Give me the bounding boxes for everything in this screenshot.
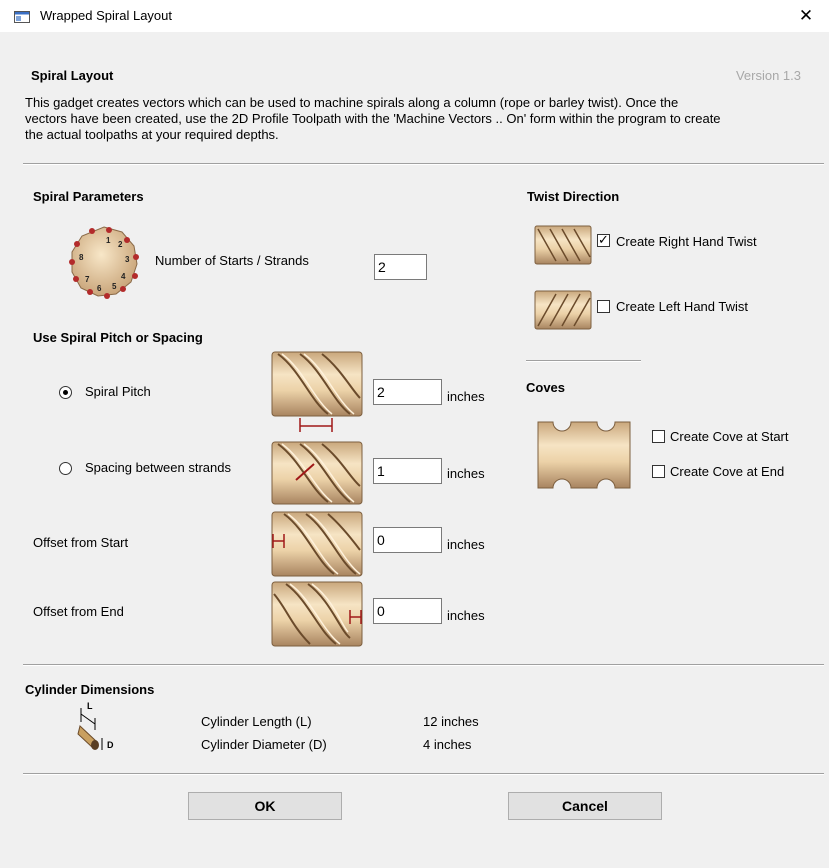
right-twist-icon	[534, 225, 592, 265]
divider	[23, 664, 824, 666]
starts-number: 4	[121, 272, 126, 281]
spacing-unit: inches	[447, 466, 485, 481]
spacing-input[interactable]: 1	[373, 458, 442, 484]
offset-start-input[interactable]: 0	[373, 527, 442, 553]
divider	[23, 163, 824, 165]
cove-end-label: Create Cove at End	[670, 464, 785, 479]
offset-end-diagram-icon	[271, 581, 363, 647]
spiral-parameters-heading: Spiral Parameters	[33, 189, 144, 204]
divider	[23, 773, 824, 775]
cylinder-diameter-label: Cylinder Diameter (D)	[201, 737, 327, 752]
description-line: the actual toolpaths at your required de…	[25, 127, 279, 142]
cancel-button[interactable]: Cancel	[508, 792, 662, 820]
section-title: Spiral Layout	[31, 68, 114, 83]
offset-end-input[interactable]: 0	[373, 598, 442, 624]
cove-end-checkbox[interactable]	[652, 465, 665, 478]
starts-number: 5	[112, 282, 117, 291]
cylinder-icon: L D	[77, 701, 114, 750]
starts-number: 3	[125, 255, 130, 264]
cove-start-label: Create Cove at Start	[670, 429, 789, 444]
cylinder-l-label: L	[87, 701, 93, 711]
starts-number: 7	[85, 275, 90, 284]
ok-button[interactable]: OK	[188, 792, 342, 820]
coves-diagram-icon	[537, 421, 631, 489]
description: This gadget creates vectors which can be…	[25, 95, 825, 143]
spiral-pitch-radio[interactable]	[59, 386, 72, 399]
starts-number: 2	[118, 240, 123, 249]
divider	[526, 360, 641, 362]
spacing-radio[interactable]	[59, 462, 72, 475]
offset-start-diagram-icon	[271, 511, 363, 577]
spiral-pitch-input[interactable]: 2	[373, 379, 442, 405]
right-twist-checkbox[interactable]	[597, 232, 610, 248]
cylinder-length-label: Cylinder Length (L)	[201, 714, 312, 729]
coves-heading: Coves	[526, 380, 566, 395]
right-twist-label: Create Right Hand Twist	[616, 234, 757, 249]
cylinder-d-label: D	[107, 740, 114, 750]
spacing-label: Spacing between strands	[85, 460, 231, 475]
version-label: Version 1.3	[735, 68, 801, 83]
starts-input[interactable]: 2	[374, 254, 427, 280]
starts-number: 8	[79, 253, 84, 262]
spiral-pitch-unit: inches	[447, 389, 485, 404]
left-twist-checkbox[interactable]	[597, 300, 610, 313]
title-bar: Wrapped Spiral Layout ✕	[0, 0, 829, 32]
cylinder-length-value: 12 inches	[423, 714, 479, 729]
spacing-diagram-icon	[271, 441, 363, 505]
offset-end-label: Offset from End	[33, 604, 124, 619]
cove-start-checkbox[interactable]	[652, 430, 665, 443]
left-twist-label: Create Left Hand Twist	[616, 299, 748, 314]
cylinder-diameter-value: 4 inches	[423, 737, 472, 752]
starts-label: Number of Starts / Strands	[155, 253, 309, 268]
cylinder-heading: Cylinder Dimensions	[25, 682, 155, 697]
starts-number: 1	[106, 236, 111, 245]
pitch-spacing-heading: Use Spiral Pitch or Spacing	[33, 330, 203, 345]
left-twist-icon	[534, 290, 592, 330]
offset-start-unit: inches	[447, 537, 485, 552]
app-icon	[14, 11, 30, 23]
description-line: This gadget creates vectors which can be…	[25, 95, 679, 110]
starts-number: 6	[97, 284, 102, 293]
close-button[interactable]: ✕	[783, 0, 829, 32]
spiral-pitch-label: Spiral Pitch	[85, 384, 151, 399]
description-line: vectors have been created, use the 2D Pr…	[25, 111, 721, 126]
offset-end-unit: inches	[447, 608, 485, 623]
spiral-pitch-diagram-icon	[271, 351, 363, 432]
offset-start-label: Offset from Start	[33, 535, 129, 550]
close-icon: ✕	[798, 6, 814, 25]
starts-diagram-icon: 1 2 3 4 5 6 7 8	[69, 226, 139, 299]
window-title: Wrapped Spiral Layout	[40, 8, 173, 23]
twist-direction-heading: Twist Direction	[527, 189, 620, 204]
